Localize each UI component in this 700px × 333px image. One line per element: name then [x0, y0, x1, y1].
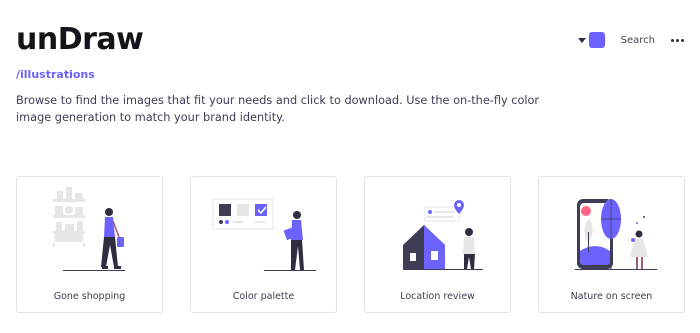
- intro-text: Browse to find the images that fit your …: [16, 94, 540, 124]
- logo[interactable]: unDraw: [16, 22, 144, 57]
- page-route: /illustrations: [16, 68, 95, 81]
- nature-on-screen-illustration: [575, 199, 657, 270]
- illustration-card-color-palette[interactable]: Color palette: [190, 176, 337, 313]
- search-button[interactable]: Search: [621, 35, 655, 46]
- illustration-card-nature-on-screen[interactable]: Nature on screen: [538, 176, 685, 313]
- illustration-grid: Gone shopping Color palette Location rev…: [16, 176, 685, 313]
- more-dots-icon[interactable]: [671, 35, 684, 46]
- location-review-illustration: [403, 200, 483, 270]
- illustration-card-location-review[interactable]: Location review: [364, 176, 511, 313]
- shopping-illustration: [53, 187, 125, 271]
- caret-down-icon[interactable]: [577, 37, 586, 43]
- illustration-title: Color palette: [232, 291, 295, 302]
- illustration-title: Location review: [400, 291, 475, 302]
- color-palette-illustration: [212, 198, 316, 271]
- illustration-title: Gone shopping: [53, 291, 126, 302]
- illustration-title: Nature on screen: [570, 291, 653, 302]
- illustration-card-gone-shopping[interactable]: Gone shopping: [16, 176, 163, 313]
- top-actions: Search: [577, 31, 684, 49]
- color-swatch-button[interactable]: [588, 32, 605, 48]
